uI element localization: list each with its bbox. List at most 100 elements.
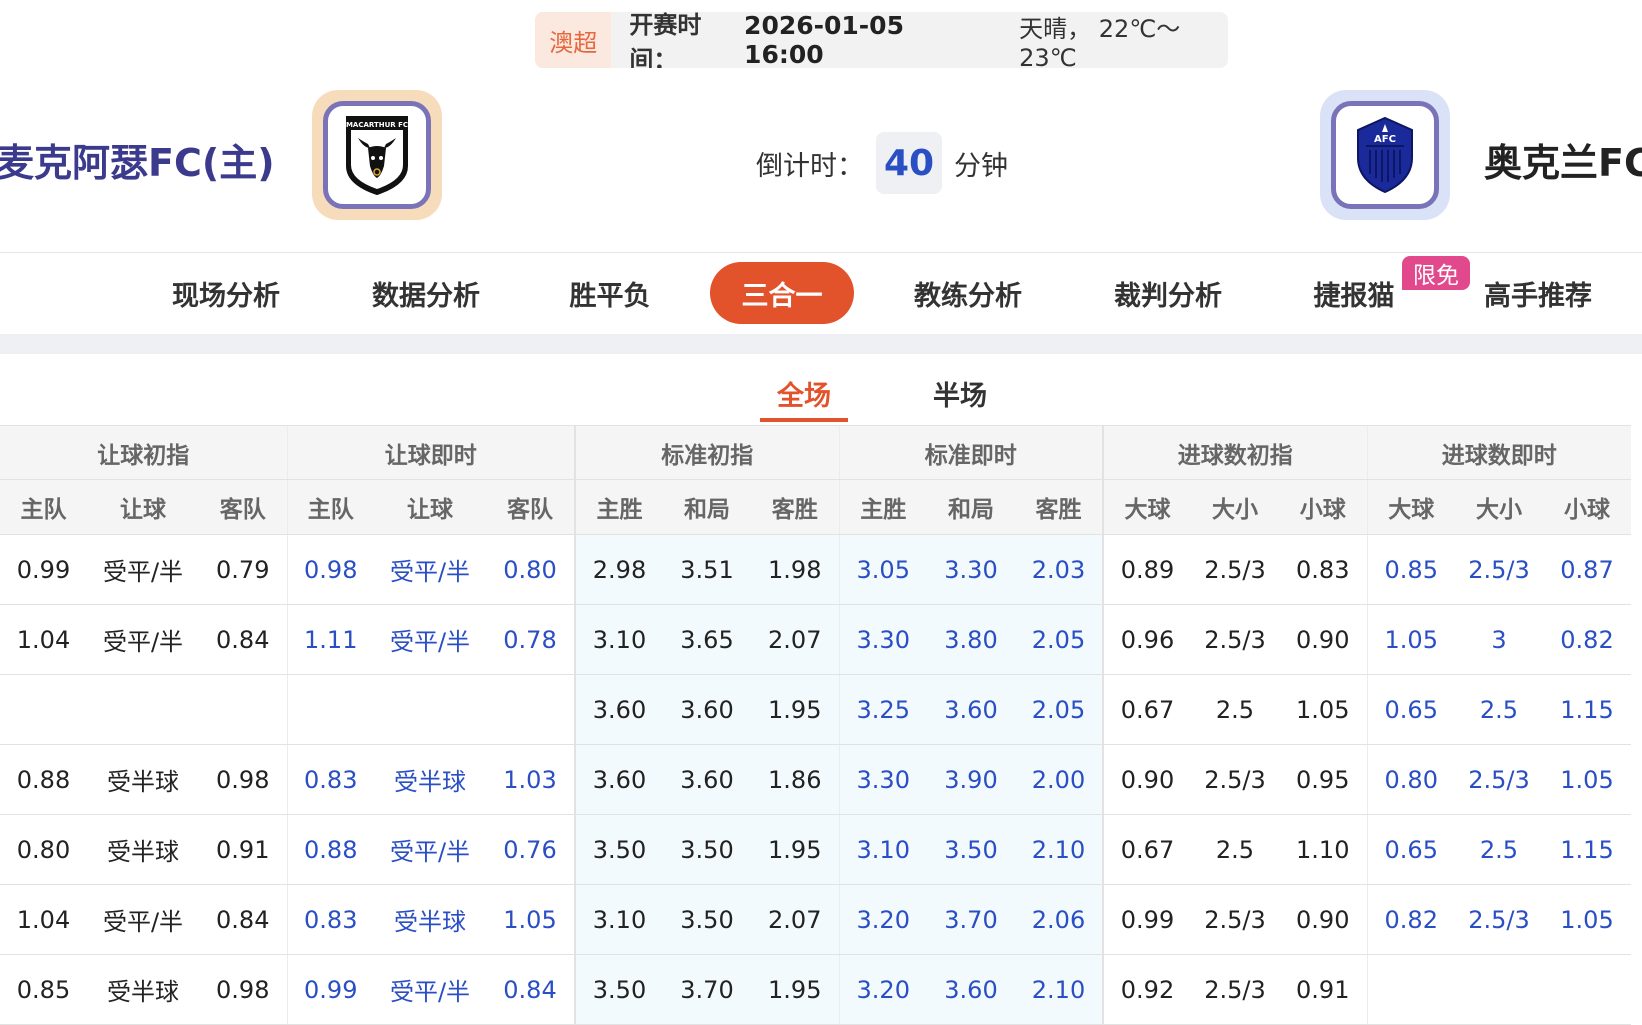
- tab-data-analysis[interactable]: 数据分析: [370, 262, 482, 324]
- odds-cell: 2.5/3: [1191, 884, 1279, 955]
- odds-cell: 1.98: [751, 534, 839, 605]
- odds-cell: [486, 674, 575, 745]
- odds-cell: 1.10: [1279, 814, 1367, 885]
- column-header: 小球: [1543, 479, 1631, 535]
- odds-cell: 1.05: [1543, 744, 1631, 815]
- odds-cell: 0.85: [1366, 534, 1455, 605]
- tab-referee-analysis[interactable]: 裁判分析: [1112, 262, 1224, 324]
- tab-coach-analysis[interactable]: 教练分析: [912, 262, 1024, 324]
- countdown-unit: 分钟: [954, 150, 1008, 182]
- odds-cell: 3.70: [927, 884, 1015, 955]
- table-row: 1.04 受平/半 0.84 1.11 受平/半 0.78 3.10 3.65 2.07 3.30…: [0, 604, 1631, 675]
- group-header: 进球数初指: [1102, 425, 1367, 480]
- odds-cell: 1.86: [751, 744, 839, 815]
- column-header: 客胜: [1015, 479, 1103, 535]
- odds-cell: 2.00: [1015, 744, 1103, 815]
- tab-expert-picks[interactable]: 高手推荐: [1482, 262, 1594, 324]
- odds-cell: 3.60: [663, 674, 751, 745]
- odds-cell: 0.84: [486, 954, 575, 1025]
- odds-cell: 0.90: [1279, 884, 1367, 955]
- odds-cell: 0.83: [1279, 534, 1367, 605]
- odds-cell: 2.05: [1015, 674, 1103, 745]
- odds-cell: 3.60: [663, 744, 751, 815]
- odds-cell: 0.84: [199, 884, 287, 955]
- odds-cell: 2.5: [1191, 674, 1279, 745]
- odds-cell: 3.50: [663, 814, 751, 885]
- odds-cell: 3.65: [663, 604, 751, 675]
- column-header: 小球: [1279, 479, 1367, 535]
- odds-cell: 0.76: [486, 814, 575, 885]
- odds-cell: 0.83: [286, 744, 374, 815]
- away-logo-text: AFC: [1374, 134, 1396, 145]
- tab-jiebaomao[interactable]: 捷报猫: [1312, 262, 1396, 324]
- odds-cell: 1.05: [1543, 884, 1631, 955]
- group-header: 标准即时: [838, 425, 1103, 480]
- odds-cell: 3.10: [574, 604, 663, 675]
- odds-cell: 0.67: [1102, 814, 1191, 885]
- odds-cell: 2.06: [1015, 884, 1103, 955]
- odds-cell: 0.99: [0, 534, 87, 605]
- odds-cell: 1.15: [1543, 814, 1631, 885]
- odds-cell: [286, 674, 374, 745]
- match-info-bar: 澳超 开赛时间： 2026-01-05 16:00 天晴， 22℃～23℃: [535, 12, 1228, 68]
- odds-cell: 3.50: [574, 954, 663, 1025]
- odds-cell: [0, 674, 87, 745]
- odds-cell: 受半球: [374, 884, 486, 955]
- home-team-logo[interactable]: MACARTHUR FC: [312, 90, 442, 220]
- table-row: 0.80 受半球 0.91 0.88 受平/半 0.76 3.50 3.50 1.95 3.10 3…: [0, 814, 1631, 885]
- odds-cell: 0.99: [286, 954, 374, 1025]
- odds-cell: [374, 674, 486, 745]
- table-row: 1.04 受平/半 0.84 0.83 受半球 1.05 3.10 3.50 2.07 3.20 3…: [0, 884, 1631, 955]
- odds-cell: 2.5: [1191, 814, 1279, 885]
- away-team-logo[interactable]: AFC: [1320, 90, 1450, 220]
- odds-cell: [1455, 954, 1543, 1025]
- kickoff-label: 开赛时间：: [629, 12, 702, 68]
- odds-cell: 0.98: [286, 534, 374, 605]
- tab-three-in-one[interactable]: 三合一: [710, 262, 854, 324]
- odds-cell: 1.05: [486, 884, 575, 955]
- odds-cell: 0.88: [286, 814, 374, 885]
- subtab-full-match[interactable]: 全场: [776, 374, 832, 422]
- tab-win-draw-lose[interactable]: 胜平负: [568, 262, 652, 324]
- odds-cell: [87, 674, 199, 745]
- odds-cell: 1.95: [751, 954, 839, 1025]
- odds-cell: 0.80: [486, 534, 575, 605]
- tab-live-analysis[interactable]: 现场分析: [170, 262, 282, 324]
- odds-cell: 0.95: [1279, 744, 1367, 815]
- odds-cell: 0.87: [1543, 534, 1631, 605]
- odds-cell: 受半球: [87, 744, 199, 815]
- column-header: 和局: [927, 479, 1015, 535]
- odds-cell: 1.11: [286, 604, 374, 675]
- odds-cell: 1.04: [0, 884, 87, 955]
- odds-cell: 3.20: [838, 884, 927, 955]
- odds-cell: 0.65: [1366, 814, 1455, 885]
- odds-cell: 2.03: [1015, 534, 1103, 605]
- column-header: 客胜: [751, 479, 839, 535]
- table-row: 0.99 受平/半 0.79 0.98 受平/半 0.80 2.98 3.51 1.98 3.05…: [0, 534, 1631, 605]
- kickoff-time: 2026-01-05 16:00: [744, 12, 904, 68]
- odds-cell: 0.91: [1279, 954, 1367, 1025]
- countdown: 倒计时： 40 分钟: [756, 132, 1008, 194]
- league-tag[interactable]: 澳超: [535, 12, 612, 68]
- odds-cell: 受半球: [374, 744, 486, 815]
- column-header: 客队: [486, 479, 575, 535]
- odds-cell: 3.51: [663, 534, 751, 605]
- group-header-row: 让球初指 让球即时 标准初指 标准即时 进球数初指 进球数即时: [0, 425, 1631, 480]
- group-header: 标准初指: [574, 425, 839, 480]
- odds-cell: 0.80: [0, 814, 87, 885]
- away-team-name[interactable]: 奥克兰FC: [1484, 132, 1642, 187]
- odds-cell: 3.60: [574, 744, 663, 815]
- odds-cell: 3.50: [574, 814, 663, 885]
- odds-cell: 0.98: [199, 954, 287, 1025]
- odds-cell: [1366, 954, 1455, 1025]
- odds-cell: [199, 674, 287, 745]
- section-separator: [0, 334, 1642, 354]
- odds-cell: 0.91: [199, 814, 287, 885]
- home-team-name[interactable]: 麦克阿瑟FC(主): [0, 132, 275, 187]
- odds-cell: 3.70: [663, 954, 751, 1025]
- odds-cell: 0.84: [199, 604, 287, 675]
- odds-cell: 受平/半: [374, 814, 486, 885]
- countdown-value: 40: [876, 132, 942, 194]
- subtab-half-match[interactable]: 半场: [932, 374, 988, 422]
- odds-cell: 0.90: [1102, 744, 1191, 815]
